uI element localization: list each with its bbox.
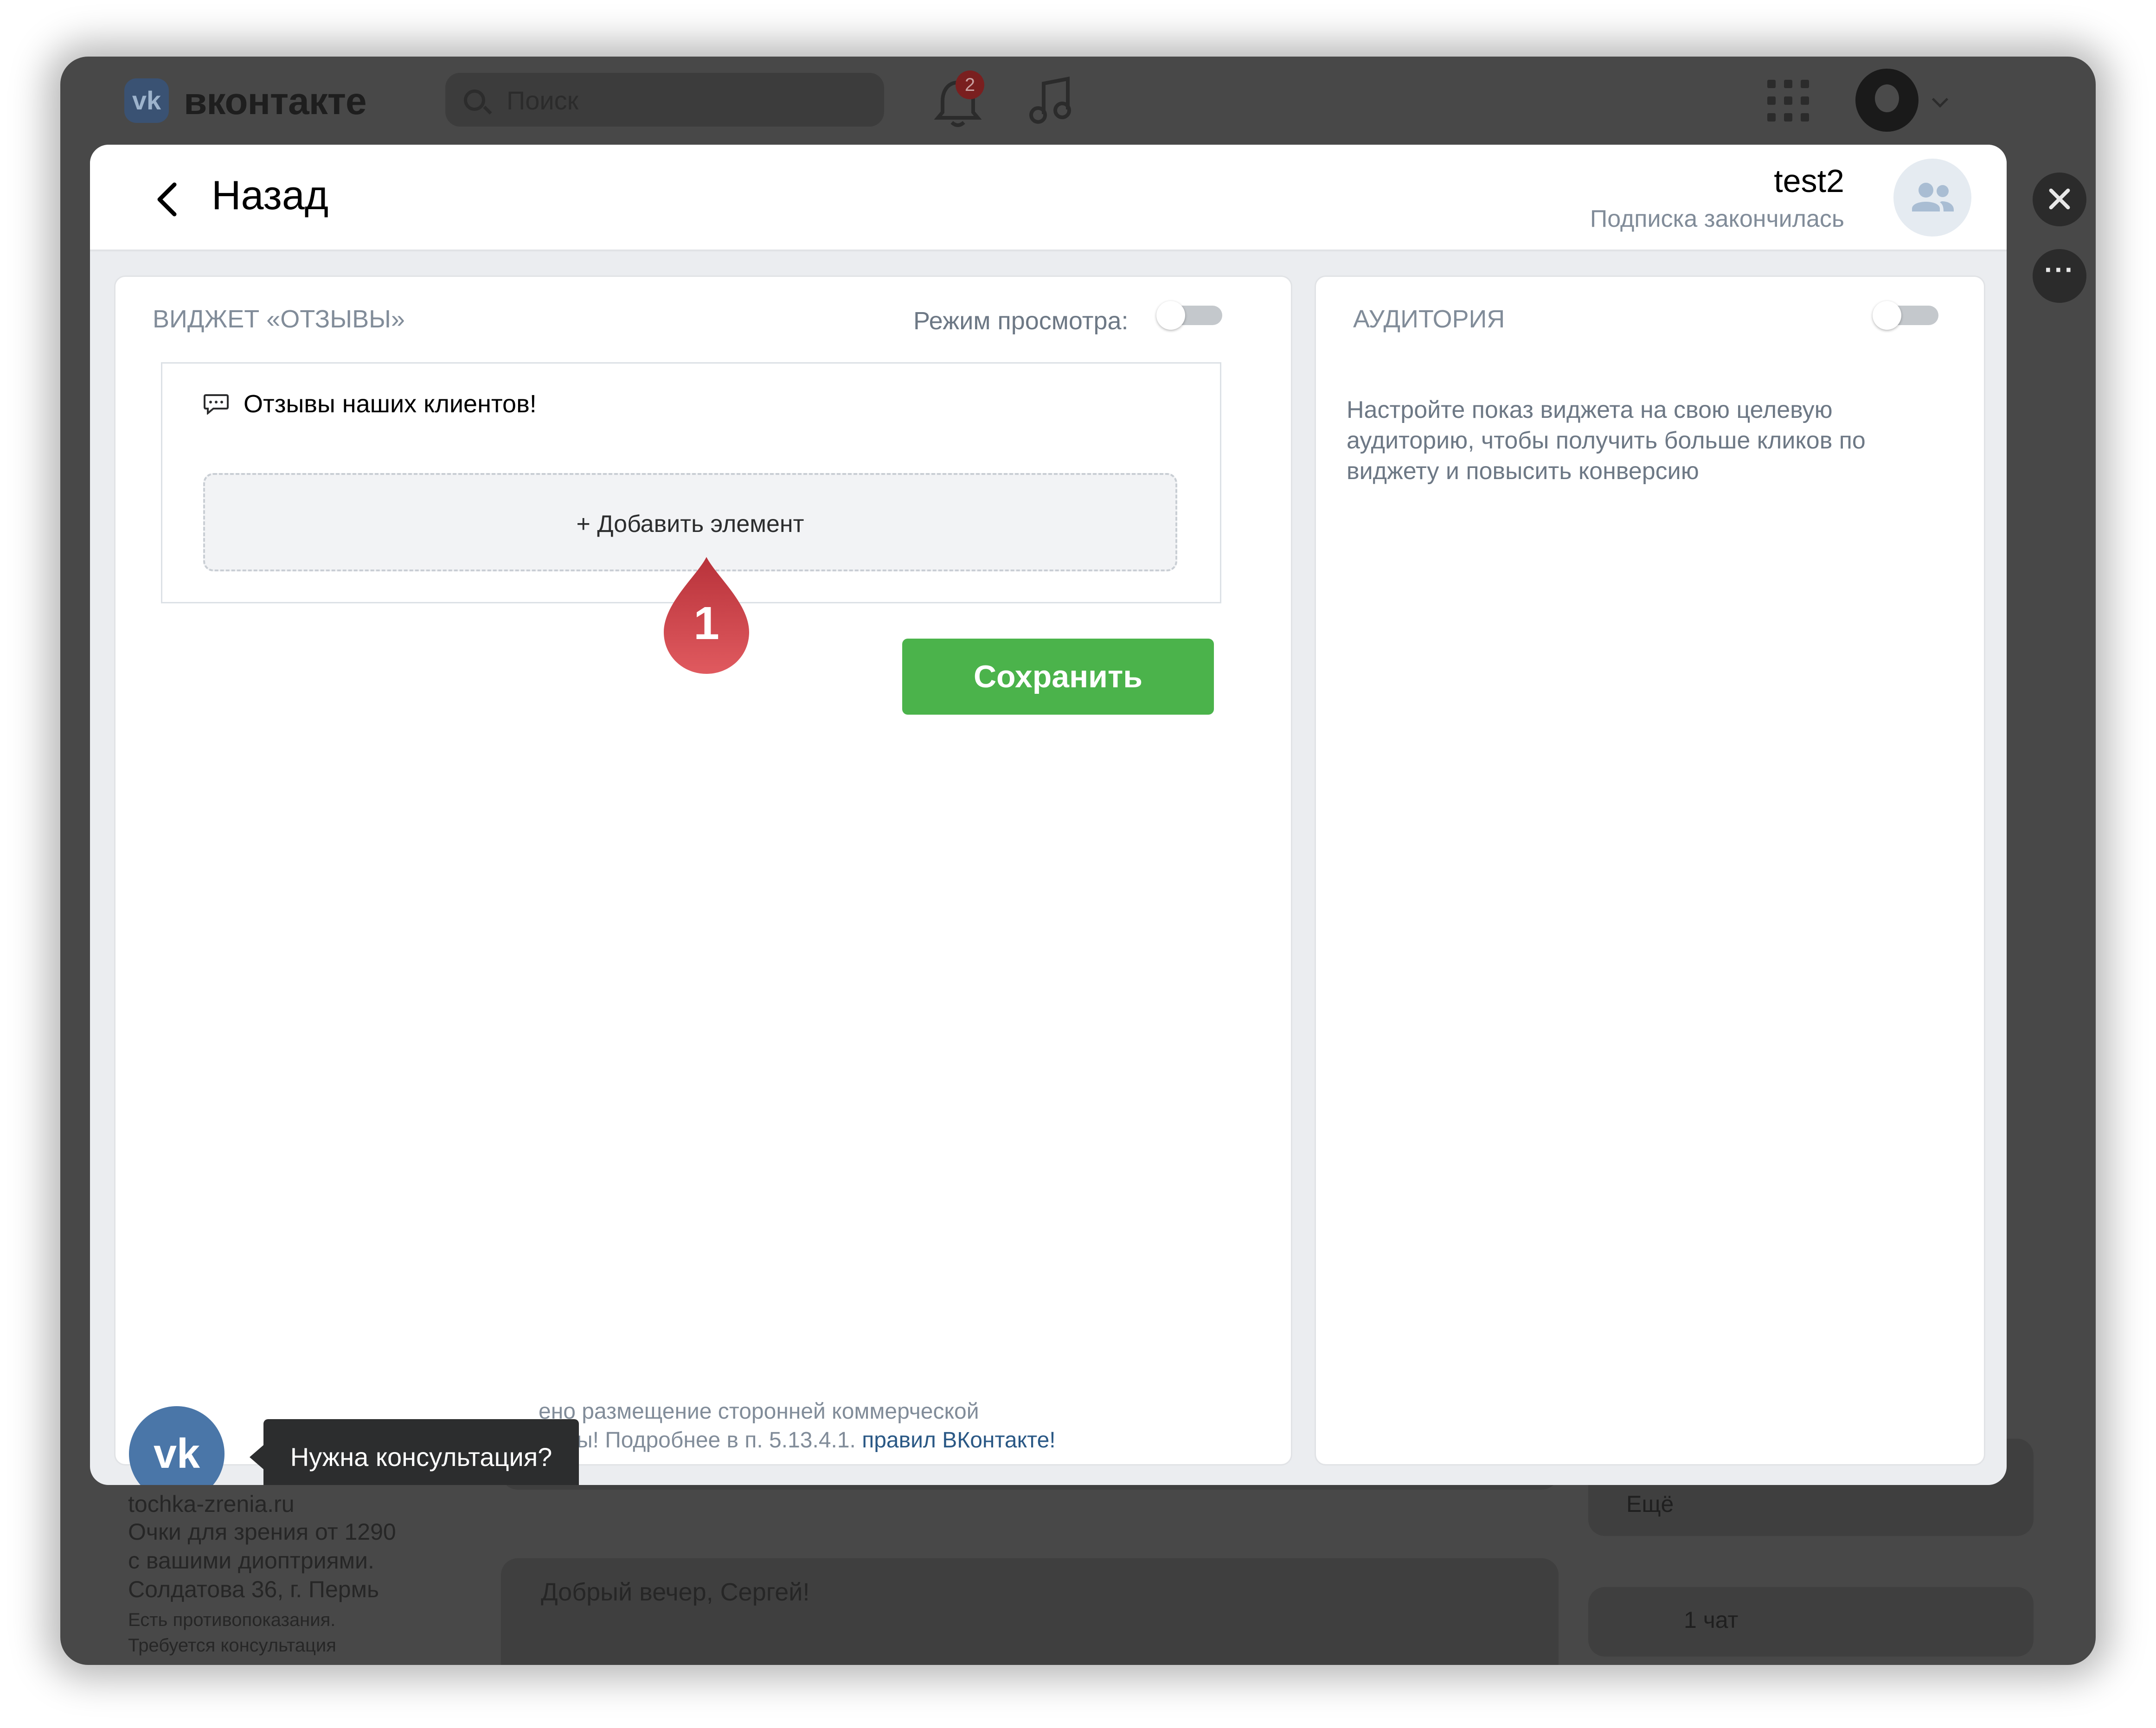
music-icon[interactable] (1025, 73, 1076, 129)
bg-ad-text-2: с вашими диоптриями. (128, 1548, 374, 1574)
browser-window: vk вконтакте 2 ··· Ещё Добрый вечер, Сер… (60, 57, 2096, 1665)
view-mode-toggle[interactable] (1156, 301, 1225, 330)
bg-card-chat[interactable] (1588, 1587, 2034, 1657)
group-avatar (1893, 159, 1971, 237)
chevron-left-icon[interactable] (153, 181, 181, 218)
bg-ad-text-3: Солдатова 36, г. Пермь (128, 1576, 379, 1602)
notification-badge: 2 (956, 70, 984, 99)
vk-logo-icon[interactable]: vk (124, 78, 169, 123)
vk-rules-link[interactable]: правил ВКонтакте! (862, 1428, 1055, 1453)
widget-box-title[interactable]: Отзывы наших клиентов! (244, 390, 537, 418)
widget-modal: Назад test2 Подписка закончилась ВИДЖЕТ … (90, 145, 2007, 1485)
audience-toggle[interactable] (1873, 301, 1941, 330)
widget-panel: ВИДЖЕТ «ОТЗЫВЫ» Режим просмотра: Отзывы … (114, 275, 1292, 1466)
search-box[interactable] (445, 73, 884, 127)
view-mode-label: Режим просмотра: (913, 307, 1129, 335)
bg-card-greeting (501, 1558, 1559, 1665)
audience-panel: АУДИТОРИЯ Настройте показ виджета на сво… (1315, 275, 1985, 1466)
subscription-status: Подписка закончилась (1590, 205, 1844, 232)
widget-panel-title: ВИДЖЕТ «ОТЗЫВЫ» (153, 305, 405, 333)
users-icon (1912, 183, 1954, 211)
bg-chat-label[interactable]: 1 чат (1684, 1606, 1738, 1634)
brand-name[interactable]: вконтакте (184, 80, 367, 123)
more-options-button[interactable]: ··· (2033, 249, 2086, 303)
user-avatar[interactable] (1855, 69, 1919, 132)
apps-grid-icon[interactable] (1767, 80, 1809, 122)
chevron-down-icon[interactable] (1931, 91, 1949, 108)
vk-top-bar: vk вконтакте 2 (60, 57, 2096, 145)
back-button[interactable]: Назад (212, 172, 328, 219)
close-modal-button[interactable] (2033, 173, 2086, 226)
bg-greeting: Добрый вечер, Сергей! (541, 1578, 810, 1606)
modal-header: Назад test2 Подписка закончилась (90, 145, 2007, 251)
save-button[interactable]: Сохранить (902, 639, 1214, 715)
bg-ad-note-1: Есть противопоказания. (128, 1610, 336, 1630)
audience-description: Настройте показ виджета на свою целевую … (1347, 397, 1866, 485)
step-marker-number: 1 (693, 597, 719, 649)
comment-icon (204, 394, 229, 415)
bg-ad-text-1: Очки для зрения от 1290 (128, 1519, 396, 1545)
consultation-tooltip[interactable]: Нужна консультация? (250, 1419, 579, 1485)
bg-ad-domain[interactable]: tochka-zrenia.ru (128, 1490, 295, 1518)
search-input[interactable] (506, 86, 860, 115)
bg-ad-note-2: Требуется консультация (128, 1635, 336, 1656)
search-icon (464, 90, 485, 111)
bg-more-label[interactable]: Ещё (1626, 1490, 1674, 1518)
group-name: test2 (1774, 163, 1844, 199)
audience-panel-title: АУДИТОРИЯ (1353, 305, 1505, 333)
